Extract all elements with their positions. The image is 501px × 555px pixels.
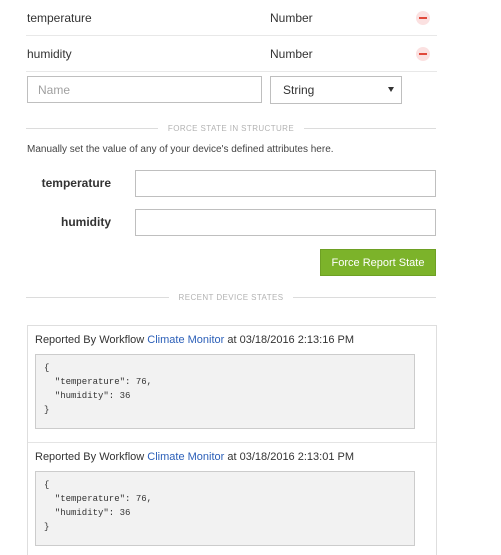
force-field-label-humidity: humidity [61, 215, 111, 229]
recent-states-list[interactable]: Reported By Workflow Climate Monitor at … [27, 325, 437, 555]
remove-circle-icon[interactable] [416, 46, 430, 61]
force-state-divider: FORCE STATE IN STRUCTURE [26, 122, 437, 134]
state-entry-timestamp: at 03/18/2016 2:13:16 PM [227, 334, 354, 346]
attribute-type-select[interactable]: String [270, 76, 402, 104]
state-separator [28, 442, 436, 443]
attribute-row: temperature Number [26, 0, 437, 36]
force-state-helper-text: Manually set the value of any of your de… [27, 144, 334, 155]
state-entry-title: Reported By Workflow Climate Monitor at … [35, 451, 415, 463]
state-entry-prefix: Reported By Workflow [35, 451, 145, 463]
attribute-name-input[interactable] [27, 76, 262, 103]
state-payload: { "temperature": 76, "humidity": 36 } [35, 471, 415, 546]
state-entry-prefix: Reported By Workflow [35, 334, 145, 346]
force-report-state-button[interactable]: Force Report State [320, 249, 436, 276]
workflow-link[interactable]: Climate Monitor [147, 451, 224, 463]
force-field-label-temperature: temperature [41, 176, 111, 190]
attribute-type: Number [270, 10, 313, 25]
recent-states-divider: RECENT DEVICE STATES [26, 291, 436, 303]
caret-down-icon [388, 87, 394, 92]
recent-states-section-label: RECENT DEVICE STATES [178, 292, 284, 302]
state-entry: Reported By Workflow Climate Monitor at … [28, 334, 422, 429]
attribute-type-selected: String [283, 83, 315, 97]
state-entry-title: Reported By Workflow Climate Monitor at … [35, 334, 415, 346]
remove-circle-icon[interactable] [416, 10, 430, 25]
force-humidity-input[interactable] [135, 209, 436, 236]
force-state-section-label: FORCE STATE IN STRUCTURE [167, 123, 295, 133]
attribute-name: humidity [27, 46, 72, 61]
force-temperature-input[interactable] [135, 170, 436, 197]
workflow-link[interactable]: Climate Monitor [147, 334, 224, 346]
state-payload: { "temperature": 76, "humidity": 36 } [35, 354, 415, 429]
state-entry-timestamp: at 03/18/2016 2:13:01 PM [227, 451, 354, 463]
attribute-type: Number [270, 46, 313, 61]
attribute-name: temperature [27, 10, 92, 25]
state-entry: Reported By Workflow Climate Monitor at … [28, 451, 422, 546]
attribute-row: humidity Number [26, 36, 437, 72]
